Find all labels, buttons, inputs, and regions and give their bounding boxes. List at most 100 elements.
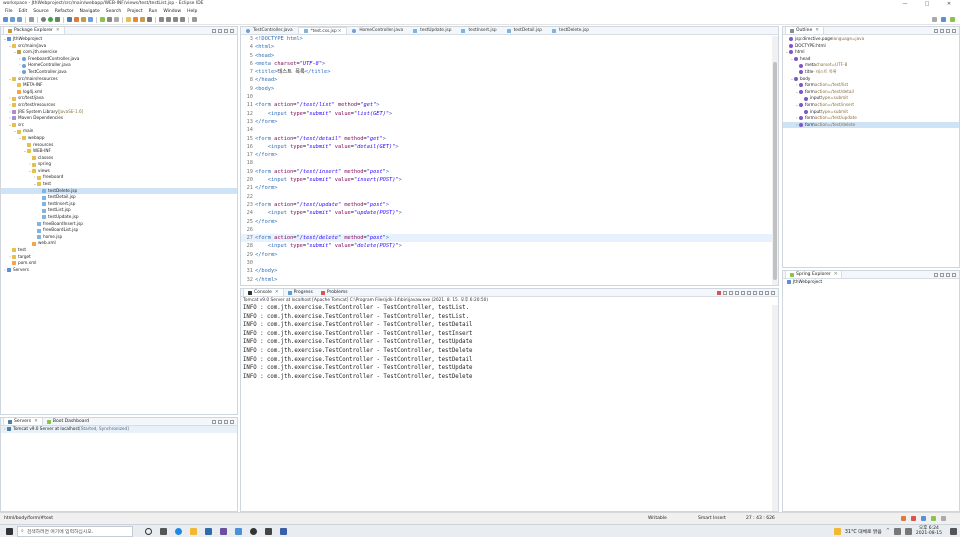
problems-tab[interactable]: Problems: [317, 289, 352, 296]
mail-icon[interactable]: [205, 527, 212, 535]
tree-item[interactable]: ⌄ main: [1, 128, 237, 135]
tree-item[interactable]: › TestController.java: [1, 69, 237, 76]
outline-item[interactable]: › form action=/test/update: [783, 115, 959, 122]
new-package-icon[interactable]: [81, 17, 86, 22]
tree-item[interactable]: ⌄ webapp: [1, 135, 237, 142]
tree-item[interactable]: freeBoardList.jsp: [1, 227, 237, 234]
eclipse-icon[interactable]: [220, 527, 227, 535]
menu-edit[interactable]: Edit: [16, 8, 31, 15]
close-icon[interactable]: ✕: [56, 28, 60, 33]
previous-annotation-icon[interactable]: [166, 17, 171, 22]
editor-tab[interactable]: testDelete.jsp: [547, 27, 594, 34]
open-console-icon[interactable]: [759, 290, 763, 295]
code-line[interactable]: 31 </body>: [241, 267, 778, 275]
clear-console-icon[interactable]: [729, 290, 733, 295]
close-icon[interactable]: ✕: [815, 28, 819, 33]
console-scrollbar[interactable]: [772, 305, 778, 511]
new-java-project-icon[interactable]: [74, 17, 79, 22]
code-line[interactable]: 26: [241, 226, 778, 234]
code-line[interactable]: 9 <body>: [241, 85, 778, 93]
minimize-panel-icon[interactable]: [946, 272, 950, 277]
save-icon[interactable]: [10, 17, 15, 22]
tree-item[interactable]: ⌄ WEB-INF: [1, 148, 237, 155]
menu-help[interactable]: Help: [184, 8, 200, 15]
scroll-lock-icon[interactable]: [735, 290, 739, 295]
minimize-panel-icon[interactable]: [765, 290, 769, 295]
new-class-icon[interactable]: [88, 17, 93, 22]
tree-item[interactable]: › FreeboardController.java: [1, 56, 237, 63]
volume-icon[interactable]: [904, 527, 912, 535]
tree-item[interactable]: testList.jsp: [1, 207, 237, 214]
error-log-icon[interactable]: [911, 516, 916, 521]
outline-tab[interactable]: Outline ✕: [785, 27, 825, 34]
close-icon[interactable]: ✕: [834, 272, 838, 277]
outline-item[interactable]: ⌄ form action=/test/detail: [783, 89, 959, 96]
server-icon[interactable]: [67, 17, 72, 22]
boot-dashboard-tab[interactable]: Boot Dashboard: [43, 418, 93, 425]
scrollbar-thumb[interactable]: [773, 62, 777, 280]
maximize-button[interactable]: □: [916, 0, 938, 8]
tree-item[interactable]: resources: [1, 142, 237, 149]
menu-source[interactable]: Source: [30, 8, 51, 15]
outline-item[interactable]: › form action=/test/list: [783, 82, 959, 89]
tree-item[interactable]: › Servers: [1, 267, 237, 274]
outline-item[interactable]: input type=submit: [783, 95, 959, 102]
outline-item[interactable]: title - 테스트 목록: [783, 69, 959, 76]
tree-item[interactable]: › HomeController.java: [1, 62, 237, 69]
filter-icon[interactable]: [934, 272, 938, 277]
maximize-panel-icon[interactable]: [771, 290, 775, 295]
menu-file[interactable]: File: [2, 8, 16, 15]
servers-tab[interactable]: Servers ✕: [3, 418, 43, 425]
outline-item[interactable]: input type=submit: [783, 109, 959, 116]
code-line[interactable]: 27 <form action="/test/delete" method="po…: [241, 234, 778, 243]
code-line[interactable]: 11 <form action="/test/list" method="get"…: [241, 101, 778, 109]
tree-item[interactable]: META-INF: [1, 82, 237, 89]
code-line[interactable]: 23 <form action="/test/update" method="po…: [241, 201, 778, 209]
close-icon[interactable]: ✕: [338, 28, 342, 35]
code-line[interactable]: 17 </form>: [241, 151, 778, 159]
java-ee-perspective-icon[interactable]: [941, 17, 946, 22]
code-line[interactable]: 24 <input type="submit" value="update(PO…: [241, 209, 778, 217]
code-line[interactable]: 32 </html>: [241, 276, 778, 284]
code-line[interactable]: 22: [241, 193, 778, 201]
outline-item[interactable]: jsp:directive.page language=java: [783, 36, 959, 43]
tree-item[interactable]: ⌄ src/main/java: [1, 43, 237, 50]
close-button[interactable]: ✕: [938, 0, 960, 8]
code-line[interactable]: 29 </form>: [241, 251, 778, 259]
notification-center-icon[interactable]: [950, 527, 957, 535]
tree-item[interactable]: testDetail.jsp: [1, 194, 237, 201]
code-line[interactable]: 19 <form action="/test/insert" method="po…: [241, 168, 778, 176]
external-tools-icon[interactable]: [55, 17, 60, 22]
sort-icon[interactable]: [934, 28, 938, 33]
app-icon[interactable]: [280, 527, 287, 535]
code-line[interactable]: 18: [241, 159, 778, 167]
word-wrap-icon[interactable]: [147, 17, 152, 22]
tree-item[interactable]: › Maven Dependencies: [1, 115, 237, 122]
open-type-icon[interactable]: [107, 17, 112, 22]
menu-navigate[interactable]: Navigate: [77, 8, 103, 15]
tree-item[interactable]: web.xml: [1, 240, 237, 247]
minimize-panel-icon[interactable]: [224, 419, 228, 424]
close-icon[interactable]: ✕: [34, 419, 38, 424]
file-explorer-icon[interactable]: [190, 527, 197, 535]
tree-item[interactable]: pom.xml: [1, 260, 237, 267]
back-icon[interactable]: [173, 17, 178, 22]
spring-icon[interactable]: [100, 17, 105, 22]
code-line[interactable]: 21 </form>: [241, 184, 778, 192]
menu-search[interactable]: Search: [103, 8, 124, 15]
git-icon[interactable]: [921, 516, 926, 521]
tree-item[interactable]: › JRE System Library [JavaSE-1.6]: [1, 109, 237, 116]
tree-item[interactable]: › target: [1, 254, 237, 261]
editor-tab[interactable]: TestController.java: [241, 27, 298, 34]
collapse-all-icon[interactable]: [212, 28, 216, 33]
editor-tab[interactable]: testDetail.jsp: [502, 27, 547, 34]
menu-project[interactable]: Project: [124, 8, 145, 15]
code-line[interactable]: 28 <input type="submit" value="delete(PO…: [241, 242, 778, 250]
start-server-icon[interactable]: [212, 419, 216, 424]
terminate-icon[interactable]: [717, 290, 721, 295]
tree-item[interactable]: › src/test/java: [1, 95, 237, 102]
code-line[interactable]: 10: [241, 93, 778, 101]
editor-tab[interactable]: testUpdate.jsp: [408, 27, 456, 34]
code-line[interactable]: 6 <meta charset="UTF-8">: [241, 60, 778, 68]
maximize-panel-icon[interactable]: [952, 272, 956, 277]
